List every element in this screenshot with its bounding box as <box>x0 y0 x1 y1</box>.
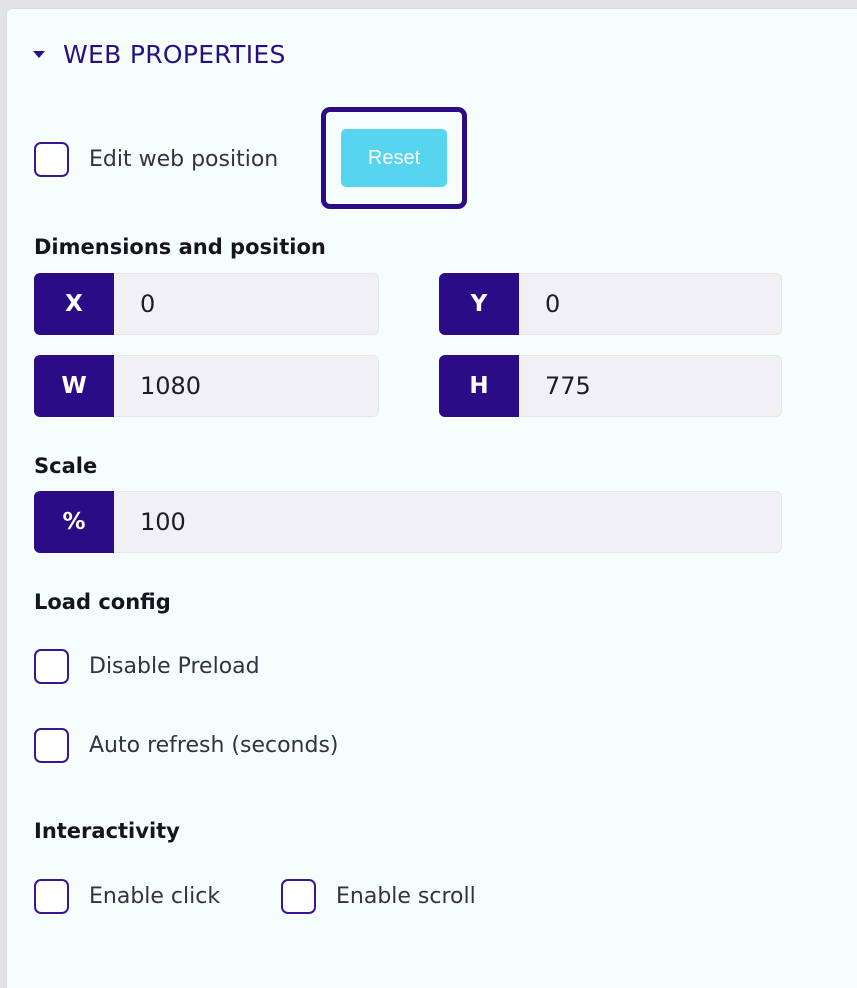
reset-button[interactable]: Reset <box>341 129 447 187</box>
section-title: WEB PROPERTIES <box>63 39 286 69</box>
edit-web-position-label: Edit web position <box>89 147 279 172</box>
auto-refresh-row: Auto refresh (seconds) <box>34 728 339 763</box>
disable-preload-label: Disable Preload <box>89 654 260 679</box>
scale-field-tag: % <box>34 491 114 553</box>
y-field: Y 0 <box>439 273 782 335</box>
section-header[interactable]: WEB PROPERTIES <box>33 37 286 71</box>
enable-scroll-row: Enable scroll <box>281 879 476 914</box>
caret-down-icon[interactable] <box>33 50 45 58</box>
x-input[interactable]: 0 <box>114 273 379 335</box>
enable-scroll-checkbox[interactable] <box>281 879 316 914</box>
interactivity-label: Interactivity <box>34 819 180 843</box>
h-field-tag: H <box>439 355 519 417</box>
w-field: W 1080 <box>34 355 379 417</box>
scale-field: % 100 <box>34 491 782 553</box>
enable-click-checkbox[interactable] <box>34 879 69 914</box>
scale-label: Scale <box>34 454 98 478</box>
edit-web-position-checkbox[interactable] <box>34 142 69 177</box>
auto-refresh-checkbox[interactable] <box>34 728 69 763</box>
disable-preload-row: Disable Preload <box>34 649 260 684</box>
w-input[interactable]: 1080 <box>114 355 379 417</box>
auto-refresh-label: Auto refresh (seconds) <box>89 733 339 758</box>
h-field: H 775 <box>439 355 782 417</box>
h-input[interactable]: 775 <box>519 355 782 417</box>
y-input[interactable]: 0 <box>519 273 782 335</box>
enable-click-row: Enable click <box>34 879 220 914</box>
edit-web-position-row: Edit web position <box>34 142 278 177</box>
enable-scroll-label: Enable scroll <box>336 884 476 909</box>
disable-preload-checkbox[interactable] <box>34 649 69 684</box>
enable-click-label: Enable click <box>89 884 221 909</box>
dimensions-label: Dimensions and position <box>34 235 326 259</box>
scale-input[interactable]: 100 <box>114 491 782 553</box>
web-properties-panel: WEB PROPERTIES Edit web position Reset D… <box>6 8 857 988</box>
x-field-tag: X <box>34 273 114 335</box>
reset-button-focus-ring: Reset <box>321 107 467 209</box>
y-field-tag: Y <box>439 273 519 335</box>
w-field-tag: W <box>34 355 114 417</box>
load-config-label: Load config <box>34 590 171 614</box>
x-field: X 0 <box>34 273 379 335</box>
